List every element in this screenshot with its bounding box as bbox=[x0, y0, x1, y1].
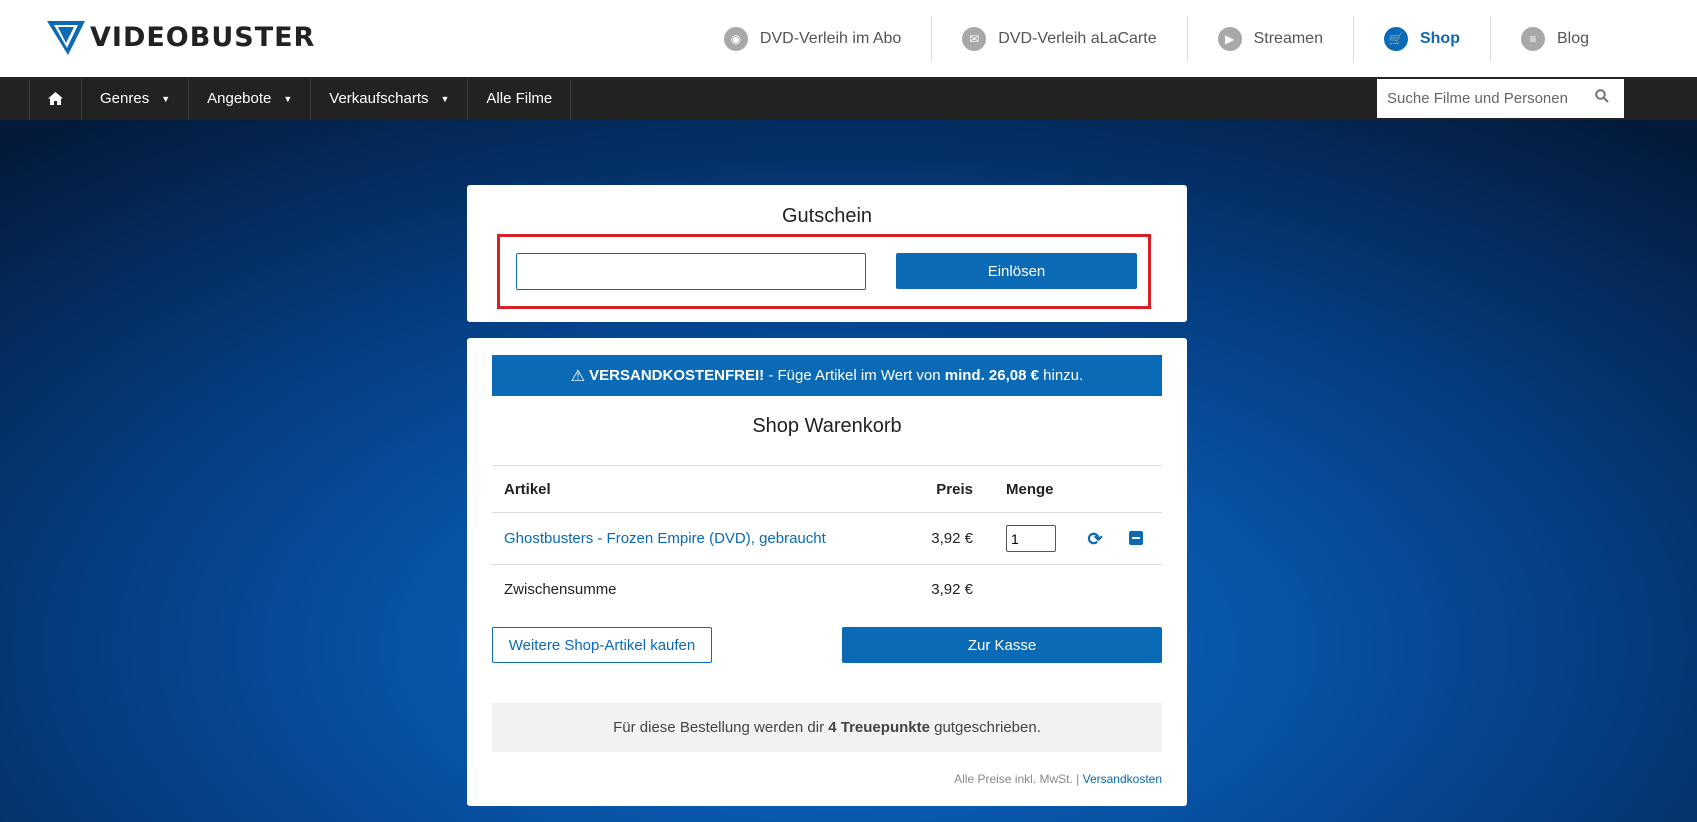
column-article: Artikel bbox=[504, 480, 551, 498]
menu-verkaufscharts[interactable]: Verkaufscharts ▼ bbox=[310, 77, 467, 120]
disc-icon: ◉ bbox=[723, 27, 748, 51]
loyalty-points: 4 Treuepunkte bbox=[828, 719, 930, 736]
subtotal-value: 3,92 € bbox=[931, 580, 973, 598]
footnote-text: Alle Preise inkl. MwSt. | bbox=[954, 772, 1083, 786]
topnav-label: Shop bbox=[1419, 30, 1460, 47]
topnav-shop[interactable]: 🛒 Shop bbox=[1352, 16, 1490, 62]
search-icon[interactable] bbox=[1587, 89, 1617, 108]
menu-label: Genres bbox=[100, 90, 150, 107]
refresh-icon[interactable]: ⟳ bbox=[1083, 527, 1107, 551]
caret-down-icon: ▼ bbox=[161, 93, 171, 104]
cloud-play-icon: ▶ bbox=[1217, 27, 1242, 51]
topnav-blog[interactable]: ≡ Blog bbox=[1489, 16, 1619, 62]
top-navigation: ◉ DVD-Verleih im Abo ✉ DVD-Verleih aLaCa… bbox=[694, 16, 1619, 62]
loyalty-points-info: Für diese Bestellung werden dir 4 Treuep… bbox=[492, 703, 1162, 752]
menu-alle-filme[interactable]: Alle Filme bbox=[467, 77, 572, 120]
quantity-cell bbox=[1006, 513, 1056, 564]
cart-icon: 🛒 bbox=[1383, 27, 1408, 51]
topnav-streamen[interactable]: ▶ Streamen bbox=[1186, 16, 1353, 62]
cart-card: ⚠ VERSANDKOSTENFREI! - Füge Artikel im W… bbox=[467, 338, 1187, 806]
top-header: VIDEOBUSTER ◉ DVD-Verleih im Abo ✉ DVD-V… bbox=[0, 0, 1697, 77]
caret-down-icon: ▼ bbox=[440, 93, 450, 104]
search-box bbox=[1377, 79, 1624, 118]
site-logo[interactable]: VIDEOBUSTER bbox=[44, 14, 315, 60]
topnav-dvd-abo[interactable]: ◉ DVD-Verleih im Abo bbox=[694, 16, 931, 62]
loyalty-suffix: gutgeschrieben. bbox=[929, 719, 1041, 736]
logo-icon bbox=[47, 21, 85, 55]
voucher-card: Gutschein Einlösen bbox=[467, 185, 1187, 322]
topnav-label: DVD-Verleih aLaCarte bbox=[998, 30, 1157, 47]
banner-suffix: hinzu. bbox=[1038, 367, 1084, 384]
voucher-code-input[interactable] bbox=[516, 253, 866, 290]
redeem-button[interactable]: Einlösen bbox=[896, 253, 1137, 289]
item-price: 3,92 € bbox=[931, 530, 973, 547]
blog-icon: ≡ bbox=[1520, 27, 1545, 51]
subtotal-row: Zwischensumme 3,92 € bbox=[492, 564, 1162, 613]
menu-label: Verkaufscharts bbox=[329, 90, 429, 107]
free-shipping-banner: ⚠ VERSANDKOSTENFREI! - Füge Artikel im W… bbox=[492, 355, 1162, 396]
subtotal-label: Zwischensumme bbox=[504, 580, 617, 598]
mail-icon: ✉ bbox=[962, 27, 987, 51]
loyalty-prefix: Für diese Bestellung werden dir bbox=[613, 719, 829, 736]
shipping-costs-link[interactable]: Versandkosten bbox=[1083, 772, 1162, 786]
menu-home[interactable] bbox=[29, 77, 81, 120]
main-menu-bar: Genres ▼ Angebote ▼ Verkaufscharts ▼ All… bbox=[0, 77, 1697, 120]
home-icon bbox=[48, 92, 63, 105]
search-input[interactable] bbox=[1377, 80, 1587, 117]
topnav-label: DVD-Verleih im Abo bbox=[759, 30, 902, 47]
menu-angebote[interactable]: Angebote ▼ bbox=[188, 77, 310, 120]
banner-amount: mind. 26,08 € bbox=[944, 367, 1039, 384]
price-footnote: Alle Preise inkl. MwSt. | Versandkosten bbox=[954, 772, 1162, 786]
banner-strong: VERSANDKOSTENFREI! bbox=[589, 367, 765, 384]
caret-down-icon: ▼ bbox=[283, 93, 293, 104]
topnav-label: Streamen bbox=[1253, 30, 1323, 47]
cart-title: Shop Warenkorb bbox=[752, 415, 902, 437]
item-name-link[interactable]: Ghostbusters - Frozen Empire (DVD), gebr… bbox=[504, 530, 826, 547]
brand-name: VIDEOBUSTER bbox=[90, 21, 316, 53]
table-row: Ghostbusters - Frozen Empire (DVD), gebr… bbox=[492, 512, 1162, 564]
topnav-dvd-alacarte[interactable]: ✉ DVD-Verleih aLaCarte bbox=[931, 16, 1186, 62]
voucher-title: Gutschein bbox=[781, 205, 873, 227]
quantity-input[interactable] bbox=[1006, 525, 1056, 552]
continue-shopping-button[interactable]: Weitere Shop-Artikel kaufen bbox=[492, 627, 712, 663]
remove-item-icon[interactable] bbox=[1129, 531, 1143, 545]
main-menu: Genres ▼ Angebote ▼ Verkaufscharts ▼ All… bbox=[29, 77, 572, 120]
menu-label: Angebote bbox=[207, 90, 272, 107]
checkout-button[interactable]: Zur Kasse bbox=[842, 627, 1162, 663]
menu-label: Alle Filme bbox=[486, 90, 553, 107]
column-quantity: Menge bbox=[1006, 480, 1054, 498]
warning-icon: ⚠ bbox=[570, 367, 586, 385]
topnav-label: Blog bbox=[1556, 30, 1589, 47]
banner-text: - Füge Artikel im Wert von bbox=[764, 367, 945, 384]
menu-genres[interactable]: Genres ▼ bbox=[81, 77, 188, 120]
column-price: Preis bbox=[936, 480, 973, 498]
table-header: Artikel Preis Menge bbox=[492, 465, 1162, 512]
item-link-cell: Ghostbusters - Frozen Empire (DVD), gebr… bbox=[504, 513, 826, 564]
